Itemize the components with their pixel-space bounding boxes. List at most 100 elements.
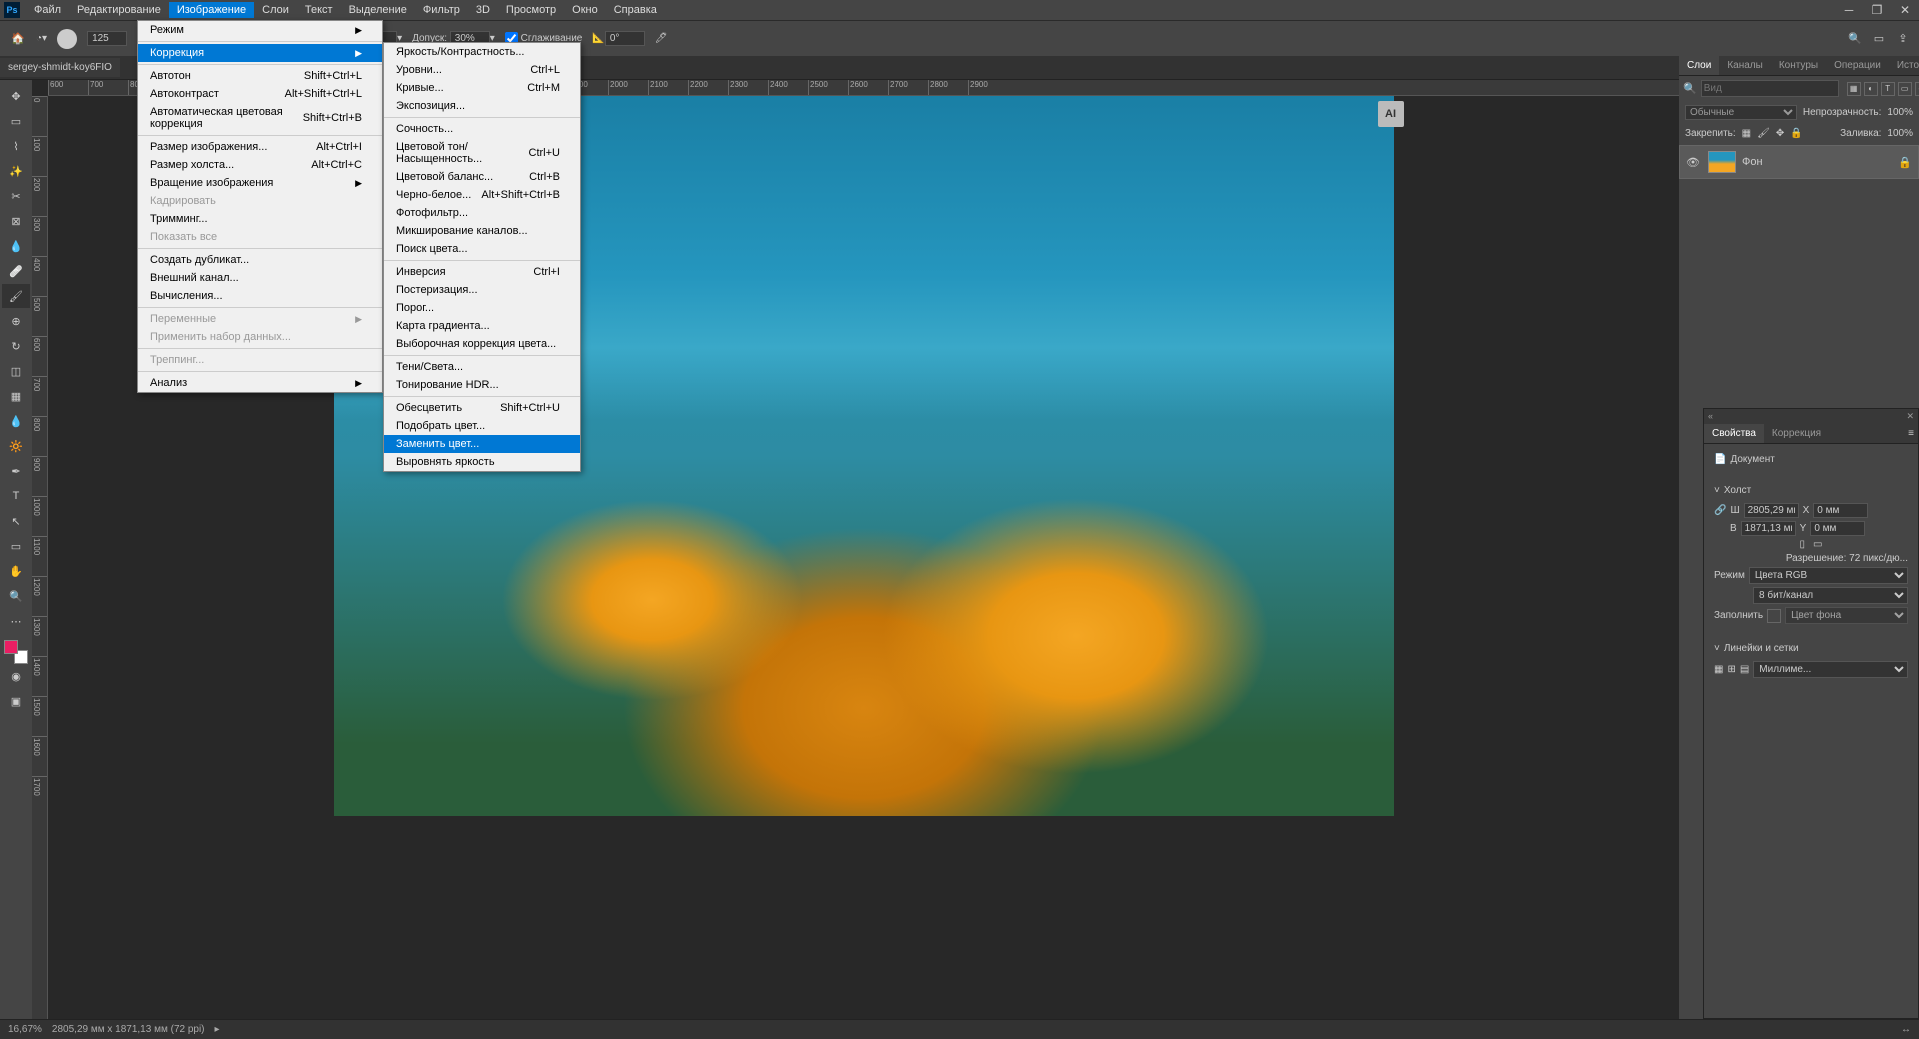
adj-photofilter[interactable]: Фотофильтр... xyxy=(384,204,580,222)
quickmask-tool[interactable]: ◉ xyxy=(2,664,30,688)
menu-view[interactable]: Просмотр xyxy=(498,2,564,18)
visibility-icon[interactable]: 👁 xyxy=(1686,156,1700,169)
lock-pos-icon[interactable]: ✥ xyxy=(1776,128,1784,139)
adj-channelmix[interactable]: Микширование каналов... xyxy=(384,222,580,240)
ruler-icon[interactable]: ▦ xyxy=(1714,664,1723,675)
adj-curves[interactable]: Кривые...Ctrl+M xyxy=(384,79,580,97)
foreground-swatch[interactable] xyxy=(4,640,18,654)
gradient-tool[interactable]: ▦ xyxy=(2,384,30,408)
menu-autocontrast[interactable]: АвтоконтрастAlt+Shift+Ctrl+L xyxy=(138,85,382,103)
lasso-tool[interactable]: ⌇ xyxy=(2,134,30,158)
fill-swatch[interactable] xyxy=(1767,609,1781,623)
lock-icon[interactable]: 🔒 xyxy=(1898,156,1912,169)
brush-tool[interactable]: 🖌 xyxy=(2,284,30,308)
brush-size[interactable]: 125 xyxy=(87,31,127,46)
status-more-icon[interactable]: ▸ xyxy=(215,1024,220,1035)
wand-tool[interactable]: ✨ xyxy=(2,159,30,183)
adj-hdr[interactable]: Тонирование HDR... xyxy=(384,376,580,394)
home-button[interactable]: 🏠 xyxy=(8,29,28,49)
document-tab[interactable]: sergey-shmidt-koy6FIO xyxy=(0,58,120,77)
adj-desat[interactable]: ОбесцветитьShift+Ctrl+U xyxy=(384,399,580,417)
filter-adjust-icon[interactable]: ◐ xyxy=(1864,82,1878,96)
lock-trans-icon[interactable]: ▦ xyxy=(1742,128,1751,139)
colormode-select[interactable]: Цвета RGB xyxy=(1749,567,1908,584)
fill-value[interactable]: 100% xyxy=(1887,128,1913,139)
minimize-button[interactable]: ─ xyxy=(1835,0,1863,20)
menu-image[interactable]: Изображение xyxy=(169,2,254,18)
marquee-tool[interactable]: ▭ xyxy=(2,109,30,133)
menu-layers[interactable]: Слои xyxy=(254,2,297,18)
arrange-icon[interactable]: ▭ xyxy=(1871,31,1887,47)
tool-preset[interactable]: ◔▾ xyxy=(36,33,47,44)
edit-toolbar[interactable]: ⋯ xyxy=(2,609,30,633)
adj-threshold[interactable]: Порог... xyxy=(384,299,580,317)
lock-paint-icon[interactable]: 🖌 xyxy=(1757,128,1770,139)
move-tool[interactable]: ✥ xyxy=(2,84,30,108)
filter-shape-icon[interactable]: ▭ xyxy=(1898,82,1912,96)
maximize-button[interactable]: ❐ xyxy=(1863,0,1891,20)
zoom-tool[interactable]: 🔍 xyxy=(2,584,30,608)
adj-colorlookup[interactable]: Поиск цвета... xyxy=(384,240,580,258)
text-tool[interactable]: T xyxy=(2,484,30,508)
grid-icon[interactable]: ⊞ xyxy=(1727,664,1735,675)
sync-icon[interactable]: ↔ xyxy=(1901,1024,1911,1035)
tab-actions[interactable]: Операции xyxy=(1826,56,1889,75)
menu-help[interactable]: Справка xyxy=(606,2,665,18)
height-field[interactable] xyxy=(1741,521,1796,536)
adj-exposure[interactable]: Экспозиция... xyxy=(384,97,580,115)
close-button[interactable]: ✕ xyxy=(1891,0,1919,20)
adj-match[interactable]: Подобрать цвет... xyxy=(384,417,580,435)
blur-tool[interactable]: 💧 xyxy=(2,409,30,433)
panel-menu-icon[interactable]: ≡ xyxy=(1904,424,1918,443)
adj-shadows[interactable]: Тени/Света... xyxy=(384,358,580,376)
menu-canvassize[interactable]: Размер холста...Alt+Ctrl+C xyxy=(138,156,382,174)
share-icon[interactable]: ⇪ xyxy=(1895,31,1911,47)
ruler-vertical[interactable]: 0100200300400500600700800900100011001200… xyxy=(32,96,48,1019)
pressure-icon[interactable]: 🖊 xyxy=(655,33,668,44)
adj-colorbal[interactable]: Цветовой баланс...Ctrl+B xyxy=(384,168,580,186)
menu-window[interactable]: Окно xyxy=(564,2,606,18)
portrait-icon[interactable]: ▯ xyxy=(1800,539,1806,550)
search-icon[interactable]: 🔍 xyxy=(1847,31,1863,47)
menu-calc[interactable]: Вычисления... xyxy=(138,287,382,305)
width-field[interactable] xyxy=(1744,503,1799,518)
adj-gradmap[interactable]: Карта градиента... xyxy=(384,317,580,335)
zoom-value[interactable]: 16,67% xyxy=(8,1024,42,1035)
menu-file[interactable]: Файл xyxy=(26,2,69,18)
menu-select[interactable]: Выделение xyxy=(341,2,415,18)
menu-autocolor[interactable]: Автоматическая цветовая коррекцияShift+C… xyxy=(138,103,382,133)
adj-equalize[interactable]: Выровнять яркость xyxy=(384,453,580,471)
tab-layers[interactable]: Слои xyxy=(1679,56,1719,75)
healing-tool[interactable]: 🩹 xyxy=(2,259,30,283)
eyedropper-tool[interactable]: 💧 xyxy=(2,234,30,258)
screenmode-tool[interactable]: ▣ xyxy=(2,689,30,713)
filter-text-icon[interactable]: T xyxy=(1881,82,1895,96)
props-close-icon[interactable]: ✕ xyxy=(1906,411,1914,422)
landscape-icon[interactable]: ▭ xyxy=(1813,539,1822,550)
tab-channels[interactable]: Каналы xyxy=(1719,56,1771,75)
guides-icon[interactable]: ▤ xyxy=(1740,664,1749,675)
frame-tool[interactable]: ⊠ xyxy=(2,209,30,233)
adj-replace-color[interactable]: Заменить цвет... xyxy=(384,435,580,453)
filter-smart-icon[interactable]: ◈ xyxy=(1915,82,1919,96)
menu-duplicate[interactable]: Создать дубликат... xyxy=(138,251,382,269)
adj-huesat[interactable]: Цветовой тон/Насыщенность...Ctrl+U xyxy=(384,138,580,168)
menu-rotate[interactable]: Вращение изображения▶ xyxy=(138,174,382,192)
tab-history[interactable]: История xyxy=(1889,56,1919,75)
path-tool[interactable]: ↖ xyxy=(2,509,30,533)
adj-bw[interactable]: Черно-белое...Alt+Shift+Ctrl+B xyxy=(384,186,580,204)
link-icon[interactable]: 🔗 xyxy=(1714,505,1726,516)
hand-tool[interactable]: ✋ xyxy=(2,559,30,583)
menu-filter[interactable]: Фильтр xyxy=(415,2,468,18)
adj-invert[interactable]: ИнверсияCtrl+I xyxy=(384,263,580,281)
menu-edit[interactable]: Редактирование xyxy=(69,2,169,18)
bitdepth-select[interactable]: 8 бит/канал xyxy=(1753,587,1908,604)
menu-mode[interactable]: Режим▶ xyxy=(138,21,382,39)
brush-preview[interactable] xyxy=(57,29,77,49)
adj-selective[interactable]: Выборочная коррекция цвета... xyxy=(384,335,580,353)
menu-trim[interactable]: Тримминг... xyxy=(138,210,382,228)
crop-tool[interactable]: ✂ xyxy=(2,184,30,208)
adj-brightness[interactable]: Яркость/Контрастность... xyxy=(384,43,580,61)
props-collapse-icon[interactable]: « xyxy=(1708,411,1713,422)
tab-properties[interactable]: Свойства xyxy=(1704,424,1764,443)
